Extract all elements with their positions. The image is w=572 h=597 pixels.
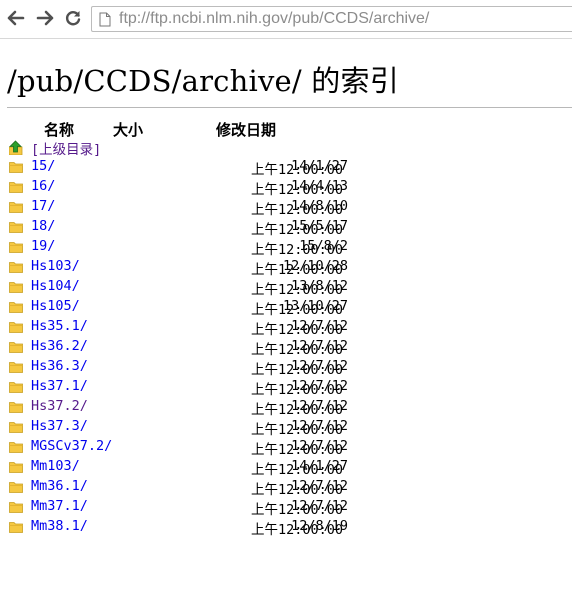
reload-icon	[65, 11, 81, 26]
modified-time: 上午12:00:00	[251, 462, 344, 478]
folder-icon	[9, 302, 23, 313]
modified-time: 上午12:00:00	[251, 382, 344, 398]
list-item[interactable]: Hs105/13/10/27 上午12:00:00	[7, 298, 567, 318]
folder-icon	[9, 482, 23, 493]
folder-link[interactable]: 19/	[31, 238, 55, 254]
arrow-left-icon	[7, 10, 25, 26]
folder-icon	[9, 182, 23, 193]
folder-link[interactable]: Mm37.1/	[31, 498, 88, 514]
folder-link[interactable]: Hs37.1/	[31, 378, 88, 394]
folder-link[interactable]: Mm36.1/	[31, 478, 88, 494]
folder-icon	[9, 262, 23, 273]
list-item[interactable]: 18/15/5/17 上午12:00:00	[7, 218, 567, 238]
folder-link[interactable]: 18/	[31, 218, 55, 234]
folder-link[interactable]: Hs36.2/	[31, 338, 88, 354]
folder-icon	[9, 242, 23, 253]
folder-icon	[9, 422, 23, 433]
browser-toolbar: ftp://ftp.ncbi.nlm.nih.gov/pub/CCDS/arch…	[0, 0, 572, 39]
modified-time: 上午12:00:00	[251, 242, 344, 258]
list-item[interactable]: Mm38.1/12/8/19 上午12:00:00	[7, 518, 567, 538]
list-item[interactable]: 16/14/4/13 上午12:00:00	[7, 178, 567, 198]
column-header-date[interactable]: 修改日期	[216, 119, 276, 140]
folder-link[interactable]: MGSCv37.2/	[31, 438, 112, 454]
folder-icon	[9, 162, 23, 173]
folder-link[interactable]: 17/	[31, 198, 55, 214]
list-item[interactable]: Hs37.1/12/7/12 上午12:00:00	[7, 378, 567, 398]
folder-link[interactable]: Hs103/	[31, 258, 80, 274]
up-arrow-icon	[9, 140, 23, 155]
modified-time: 上午12:00:00	[251, 322, 344, 338]
list-item[interactable]: 17/14/8/10 上午12:00:00	[7, 198, 567, 218]
url-text[interactable]: ftp://ftp.ncbi.nlm.nih.gov/pub/CCDS/arch…	[119, 10, 429, 28]
folder-link[interactable]: Hs105/	[31, 298, 80, 314]
list-item[interactable]: MGSCv37.2/12/7/12 上午12:00:00	[7, 438, 567, 458]
modified-time: 上午12:00:00	[251, 422, 344, 438]
folder-link[interactable]: Mm38.1/	[31, 518, 88, 534]
modified-time: 上午12:00:00	[251, 502, 344, 518]
parent-directory-link[interactable]: [上级目录]	[31, 138, 101, 158]
modified-time: 上午12:00:00	[251, 302, 344, 318]
folder-icon	[9, 502, 23, 513]
list-item[interactable]: Hs36.2/12/7/12 上午12:00:00	[7, 338, 567, 358]
modified-time: 上午12:00:00	[251, 402, 344, 418]
modified-time: 上午12:00:00	[251, 342, 344, 358]
folder-link[interactable]: 15/	[31, 158, 55, 174]
folder-icon	[9, 522, 23, 533]
folder-icon	[9, 222, 23, 233]
reload-button[interactable]	[62, 7, 84, 29]
list-item[interactable]: 19/15/8/2 上午12:00:00	[7, 238, 567, 258]
folder-link[interactable]: Mm103/	[31, 458, 80, 474]
modified-time: 上午12:00:00	[251, 222, 344, 238]
modified-time: 上午12:00:00	[251, 362, 344, 378]
folder-icon	[9, 462, 23, 473]
list-item[interactable]: 15/14/1/27 上午12:00:00	[7, 158, 567, 178]
page-icon	[99, 12, 111, 27]
list-item[interactable]: Hs36.3/12/7/12 上午12:00:00	[7, 358, 567, 378]
column-header-name[interactable]: 名称	[44, 119, 74, 140]
list-item[interactable]: Hs37.3/12/7/12 上午12:00:00	[7, 418, 567, 438]
list-item[interactable]: Hs37.2/12/7/12 上午12:00:00	[7, 398, 567, 418]
modified-time: 上午12:00:00	[251, 262, 344, 278]
folder-icon	[9, 442, 23, 453]
list-item[interactable]: Hs104/13/8/12 上午12:00:00	[7, 278, 567, 298]
column-header-size[interactable]: 大小	[113, 119, 143, 140]
list-item[interactable]: Mm37.1/12/7/12 上午12:00:00	[7, 498, 567, 518]
list-item[interactable]: Mm103/14/1/27 上午12:00:00	[7, 458, 567, 478]
folder-icon	[9, 202, 23, 213]
divider	[7, 107, 572, 108]
modified-time: 上午12:00:00	[251, 442, 344, 458]
parent-directory-row[interactable]: [上级目录]	[7, 138, 307, 158]
modified-time: 上午12:00:00	[251, 482, 344, 498]
folder-link[interactable]: 16/	[31, 178, 55, 194]
folder-icon	[9, 402, 23, 413]
folder-link[interactable]: Hs35.1/	[31, 318, 88, 334]
folder-icon	[9, 362, 23, 373]
forward-button[interactable]	[34, 7, 56, 29]
folder-icon	[9, 322, 23, 333]
list-item[interactable]: Hs103/12/10/28 上午12:00:00	[7, 258, 567, 278]
folder-icon	[9, 382, 23, 393]
list-item[interactable]: Mm36.1/12/7/12 上午12:00:00	[7, 478, 567, 498]
modified-time: 上午12:00:00	[251, 282, 344, 298]
arrow-right-icon	[36, 10, 54, 26]
list-item[interactable]: Hs35.1/12/7/12 上午12:00:00	[7, 318, 567, 338]
folder-link[interactable]: Hs37.3/	[31, 418, 88, 434]
page-title: /pub/CCDS/archive/ 的索引	[7, 64, 399, 98]
modified-time: 上午12:00:00	[251, 162, 344, 178]
modified-time: 上午12:00:00	[251, 522, 344, 538]
back-button[interactable]	[5, 7, 27, 29]
folder-link[interactable]: Hs37.2/	[31, 398, 88, 414]
folder-link[interactable]: Hs36.3/	[31, 358, 88, 374]
address-bar[interactable]: ftp://ftp.ncbi.nlm.nih.gov/pub/CCDS/arch…	[91, 6, 572, 32]
folder-icon	[9, 282, 23, 293]
folder-icon	[9, 342, 23, 353]
modified-time: 上午12:00:00	[251, 182, 344, 198]
modified-time: 上午12:00:00	[251, 202, 344, 218]
folder-link[interactable]: Hs104/	[31, 278, 80, 294]
